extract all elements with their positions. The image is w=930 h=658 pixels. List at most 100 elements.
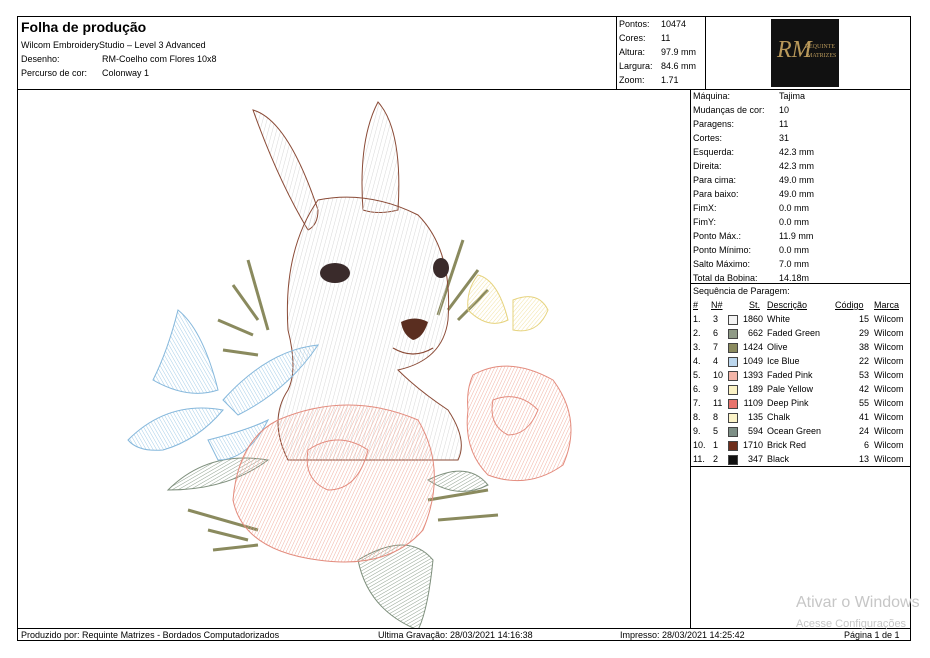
thread-color-swatch xyxy=(728,371,738,381)
logo-text-2: MATRIZES xyxy=(807,53,837,59)
sequence-row: 1. 3 1860 White 15 Wilcom xyxy=(691,314,910,328)
thread-description: Black xyxy=(767,454,790,464)
needle-number: 9 xyxy=(713,384,719,394)
thread-brand: Wilcom xyxy=(874,328,904,338)
machine-info-panel: Máquina: Tajima Mudanças de cor: 10 Parage… xyxy=(691,90,910,628)
thread-color-swatch xyxy=(728,329,738,339)
thread-description: Pale Yellow xyxy=(767,384,814,394)
sequence-row: 8. 8 135 Chalk 41 Wilcom xyxy=(691,412,910,426)
stitch-count: 1710 xyxy=(742,440,763,450)
thread-code: 53 xyxy=(858,370,869,380)
col-header-brand: Marca xyxy=(874,300,900,310)
thread-brand: Wilcom xyxy=(874,412,904,422)
sequence-row: 2. 6 662 Faded Green 29 Wilcom xyxy=(691,328,910,342)
thread-code: 55 xyxy=(858,398,869,408)
software-name: Wilcom EmbroideryStudio – Level 3 Advanc… xyxy=(21,40,206,50)
stop-number: 9. xyxy=(693,426,701,436)
thread-color-swatch xyxy=(728,357,738,367)
stop-number: 4. xyxy=(693,356,701,366)
design-value: RM-Coelho com Flores 10x8 xyxy=(102,54,217,64)
stitch-count: 135 xyxy=(747,412,763,422)
sequence-row: 4. 4 1049 Ice Blue 22 Wilcom xyxy=(691,356,910,370)
design-label: Desenho: xyxy=(21,54,60,64)
sequence-title: Sequência de Paragem: xyxy=(693,286,790,296)
thread-brand: Wilcom xyxy=(874,454,904,464)
header-stats: Pontos: 10474 Cores: 11 Altura: 97.9 mm Lar… xyxy=(617,17,706,89)
thread-code: 22 xyxy=(858,356,869,366)
stop-number: 1. xyxy=(693,314,701,324)
thread-color-swatch xyxy=(728,399,738,409)
stop-number: 3. xyxy=(693,342,701,352)
sequence-row: 3. 7 1424 Olive 38 Wilcom xyxy=(691,342,910,356)
stitch-count: 1860 xyxy=(742,314,763,324)
thread-color-swatch xyxy=(728,385,738,395)
sequence-row: 9. 5 594 Ocean Green 24 Wilcom xyxy=(691,426,910,440)
stitch-count: 662 xyxy=(747,328,763,338)
needle-number: 6 xyxy=(713,328,719,338)
sequence-row: 10. 1 1710 Brick Red 6 Wilcom xyxy=(691,440,910,454)
footer-page: Página 1 de 1 xyxy=(844,630,900,640)
thread-brand: Wilcom xyxy=(874,426,904,436)
thread-brand: Wilcom xyxy=(874,314,904,324)
thread-brand: Wilcom xyxy=(874,342,904,352)
page-title: Folha de produção xyxy=(21,19,147,35)
footer-printed: Impresso: 28/03/2021 14:25:42 xyxy=(620,630,745,640)
stitch-count: 1049 xyxy=(742,356,763,366)
logo-mark: RM xyxy=(777,37,812,63)
thread-code: 38 xyxy=(858,342,869,352)
stitch-count: 594 xyxy=(747,426,763,436)
thread-color-swatch xyxy=(728,427,738,437)
stop-number: 2. xyxy=(693,328,701,338)
thread-color-swatch xyxy=(728,315,738,325)
stitch-count: 1424 xyxy=(742,342,763,352)
sequence-row: 7. 11 1109 Deep Pink 55 Wilcom xyxy=(691,398,910,412)
thread-description: Deep Pink xyxy=(767,398,809,408)
thread-brand: Wilcom xyxy=(874,356,904,366)
thread-color-swatch xyxy=(728,441,738,451)
stop-number: 5. xyxy=(693,370,701,380)
thread-brand: Wilcom xyxy=(874,370,904,380)
thread-code: 42 xyxy=(858,384,869,394)
thread-brand: Wilcom xyxy=(874,398,904,408)
header-info: Folha de produção Wilcom EmbroideryStudi… xyxy=(18,17,617,89)
footer-produced-by: Produzido por: Requinte Matrizes - Borda… xyxy=(21,630,280,640)
col-header-st: St. xyxy=(749,300,761,310)
thread-code: 13 xyxy=(858,454,869,464)
thread-code: 15 xyxy=(858,314,869,324)
section-divider xyxy=(691,466,910,467)
stitch-count: 1109 xyxy=(743,398,763,408)
thread-brand: Wilcom xyxy=(874,440,904,450)
thread-code: 6 xyxy=(863,440,869,450)
thread-code: 41 xyxy=(858,412,869,422)
thread-description: White xyxy=(767,314,791,324)
stop-number: 10. xyxy=(693,440,706,450)
needle-number: 3 xyxy=(713,314,719,324)
thread-description: Faded Green xyxy=(767,328,821,338)
col-header-code: Código xyxy=(835,300,864,310)
thread-description: Faded Pink xyxy=(767,370,813,380)
thread-color-swatch xyxy=(728,343,738,353)
needle-number: 11 xyxy=(713,398,723,408)
needle-number: 10 xyxy=(713,370,724,380)
stop-number: 6. xyxy=(693,384,701,394)
production-sheet: Folha de produção Wilcom EmbroideryStudi… xyxy=(17,16,911,641)
stitch-count: 347 xyxy=(747,454,763,464)
colorway-value: Colonway 1 xyxy=(102,68,150,78)
thread-color-swatch xyxy=(728,455,738,465)
thread-description: Brick Red xyxy=(767,440,807,450)
thread-color-swatch xyxy=(728,413,738,423)
windows-activation-subtext: Acesse Configurações xyxy=(796,618,907,630)
company-logo: RM REQUINTE MATRIZES xyxy=(771,19,839,87)
stop-number: 7. xyxy=(693,398,701,408)
thread-description: Ice Blue xyxy=(767,356,800,366)
needle-number: 7 xyxy=(713,342,719,352)
design-preview xyxy=(18,90,691,628)
stitch-count: 1393 xyxy=(742,370,763,380)
thread-code: 29 xyxy=(858,328,869,338)
windows-activation-watermark: Ativar o Windows xyxy=(796,594,920,611)
col-header-n: N# xyxy=(711,300,723,310)
needle-number: 5 xyxy=(713,426,719,436)
thread-brand: Wilcom xyxy=(874,384,904,394)
colorway-label: Percurso de cor: xyxy=(21,68,88,78)
logo-area: RM REQUINTE MATRIZES xyxy=(706,17,911,89)
